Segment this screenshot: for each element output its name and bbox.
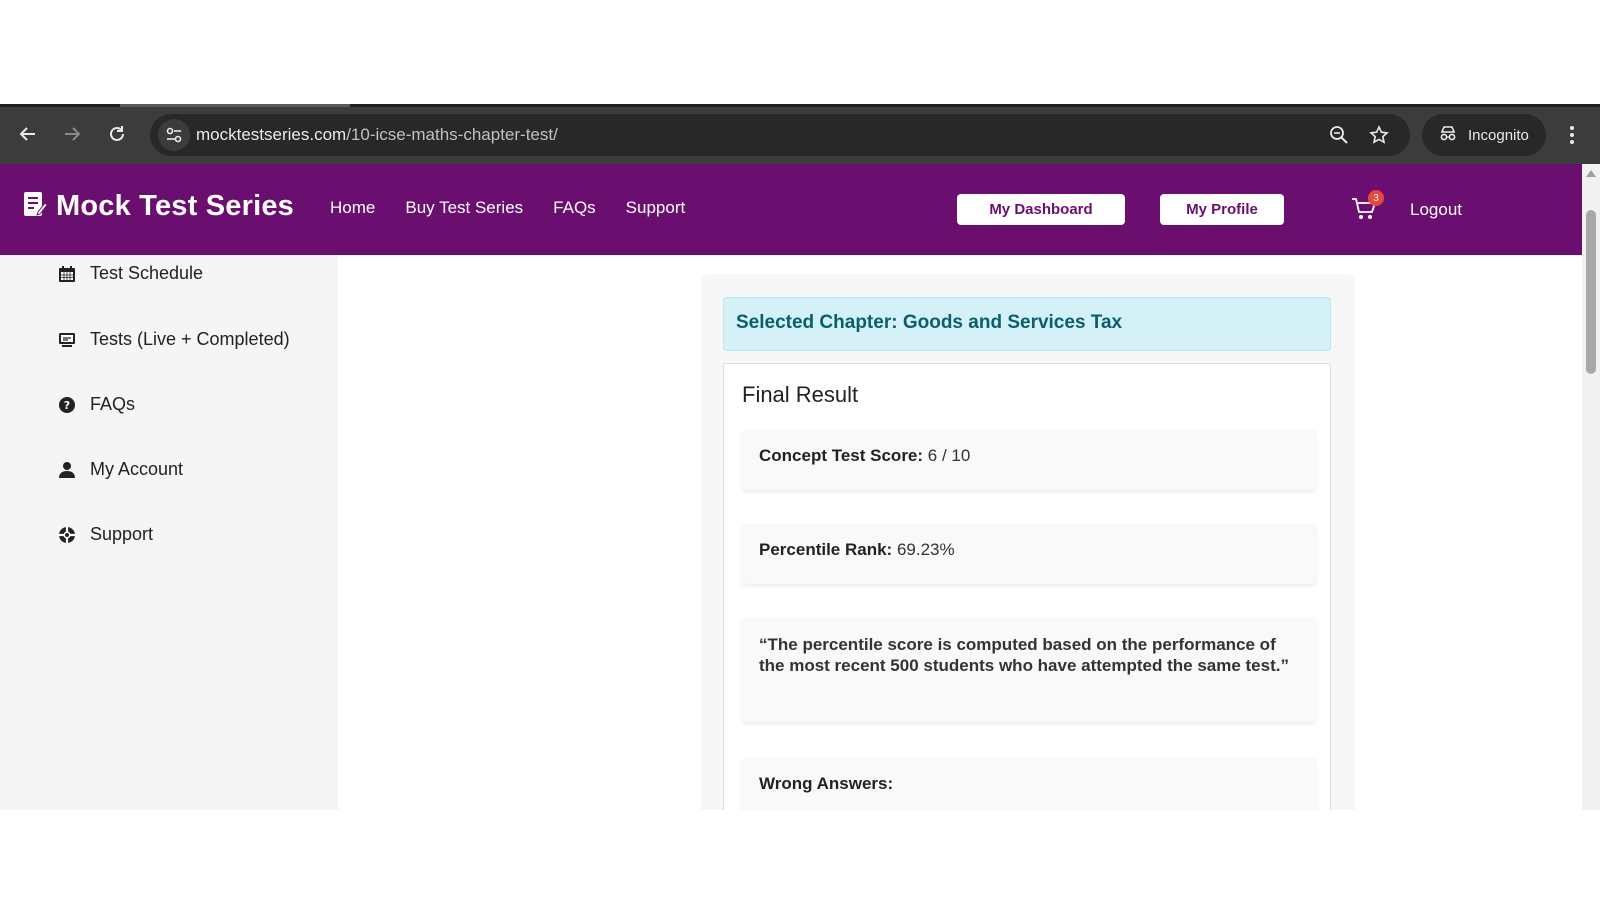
site-logo[interactable]: Mock Test Series: [22, 190, 294, 223]
page-body: Test Schedule Tests (Live + Completed) ?…: [0, 255, 1582, 810]
site-header: Mock Test Series Home Buy Test Series FA…: [0, 164, 1582, 255]
question-icon: ?: [58, 396, 76, 414]
my-profile-button[interactable]: My Profile: [1160, 194, 1284, 225]
selected-chapter-banner: Selected Chapter: Goods and Services Tax: [723, 297, 1331, 351]
nav-faqs[interactable]: FAQs: [553, 198, 596, 218]
logout-link[interactable]: Logout: [1410, 200, 1462, 220]
sidebar-item-my-account[interactable]: My Account: [58, 459, 183, 480]
address-bar[interactable]: mocktestseries.com/10-icse-maths-chapter…: [150, 114, 1410, 156]
percentile-value: 69.23%: [896, 540, 955, 559]
svg-text:?: ?: [64, 399, 70, 412]
tab-strip: [0, 104, 1600, 107]
percentile-box: Percentile Rank: 69.23%: [742, 524, 1316, 584]
final-result-card: Final Result Concept Test Score: 6 / 10 …: [723, 363, 1331, 810]
user-icon: [58, 461, 76, 479]
top-blank-area: [0, 0, 1600, 104]
sidebar-item-support[interactable]: Support: [58, 524, 153, 545]
sidebar-item-label: Support: [90, 524, 154, 544]
monitor-icon: [58, 331, 76, 349]
sidebar-item-label: My Account: [90, 459, 184, 479]
calendar-icon: [58, 265, 76, 283]
site-settings-icon[interactable]: [158, 119, 190, 151]
cart-count-badge: 3: [1368, 190, 1384, 206]
sidebar-item-label: FAQs: [90, 394, 136, 414]
url-host: mocktestseries.com: [196, 125, 347, 144]
browser-menu-icon[interactable]: [1560, 118, 1584, 152]
my-dashboard-button[interactable]: My Dashboard: [957, 194, 1125, 225]
forward-arrow-icon[interactable]: [54, 116, 90, 152]
sidebar-item-label: Tests (Live + Completed): [90, 329, 290, 349]
cart-icon: [1350, 198, 1378, 226]
main-nav: Home Buy Test Series FAQs Support: [330, 198, 685, 218]
percentile-note-box: “The percentile score is computed based …: [742, 618, 1316, 722]
cart-button[interactable]: 3: [1350, 190, 1384, 226]
reload-icon[interactable]: [99, 116, 135, 152]
percentile-label: Percentile Rank:: [759, 540, 893, 559]
sidebar-item-tests[interactable]: Tests (Live + Completed): [58, 329, 290, 350]
sidebar-item-faqs[interactable]: ? FAQs: [58, 394, 135, 415]
sidebar-item-test-schedule[interactable]: Test Schedule: [58, 263, 203, 284]
zoom-icon[interactable]: [1326, 122, 1352, 148]
wrong-answers-label: Wrong Answers:: [759, 774, 894, 793]
logo-document-icon: [22, 190, 48, 223]
bookmark-star-icon[interactable]: [1366, 122, 1392, 148]
back-arrow-icon[interactable]: [10, 116, 46, 152]
bottom-blank-area: [0, 810, 1600, 900]
result-title: Final Result: [742, 382, 859, 407]
score-label: Concept Test Score:: [759, 446, 924, 465]
incognito-icon: [1438, 124, 1458, 146]
nav-support[interactable]: Support: [626, 198, 686, 218]
wrong-answers-box: Wrong Answers:: [742, 758, 1316, 810]
logo-text: Mock Test Series: [56, 190, 294, 222]
percentile-note: “The percentile score is computed based …: [759, 635, 1289, 676]
score-box: Concept Test Score: 6 / 10: [742, 430, 1316, 490]
scrollbar-thumb[interactable]: [1586, 210, 1596, 374]
active-tab-indicator: [120, 104, 350, 107]
nav-buy-test-series[interactable]: Buy Test Series: [405, 198, 523, 218]
url-path: /10-icse-maths-chapter-test/: [346, 125, 558, 144]
page-scrollbar[interactable]: [1582, 164, 1600, 810]
incognito-indicator[interactable]: Incognito: [1422, 114, 1546, 156]
sidebar-item-label: Test Schedule: [90, 263, 204, 283]
incognito-label: Incognito: [1468, 126, 1529, 144]
score-value: 6 / 10: [927, 446, 971, 465]
lifebuoy-icon: [58, 526, 76, 544]
sidebar: Test Schedule Tests (Live + Completed) ?…: [0, 255, 338, 810]
nav-home[interactable]: Home: [330, 198, 375, 218]
url-text[interactable]: mocktestseries.com/10-icse-maths-chapter…: [196, 125, 558, 145]
scroll-up-arrow-icon[interactable]: [1586, 170, 1596, 177]
